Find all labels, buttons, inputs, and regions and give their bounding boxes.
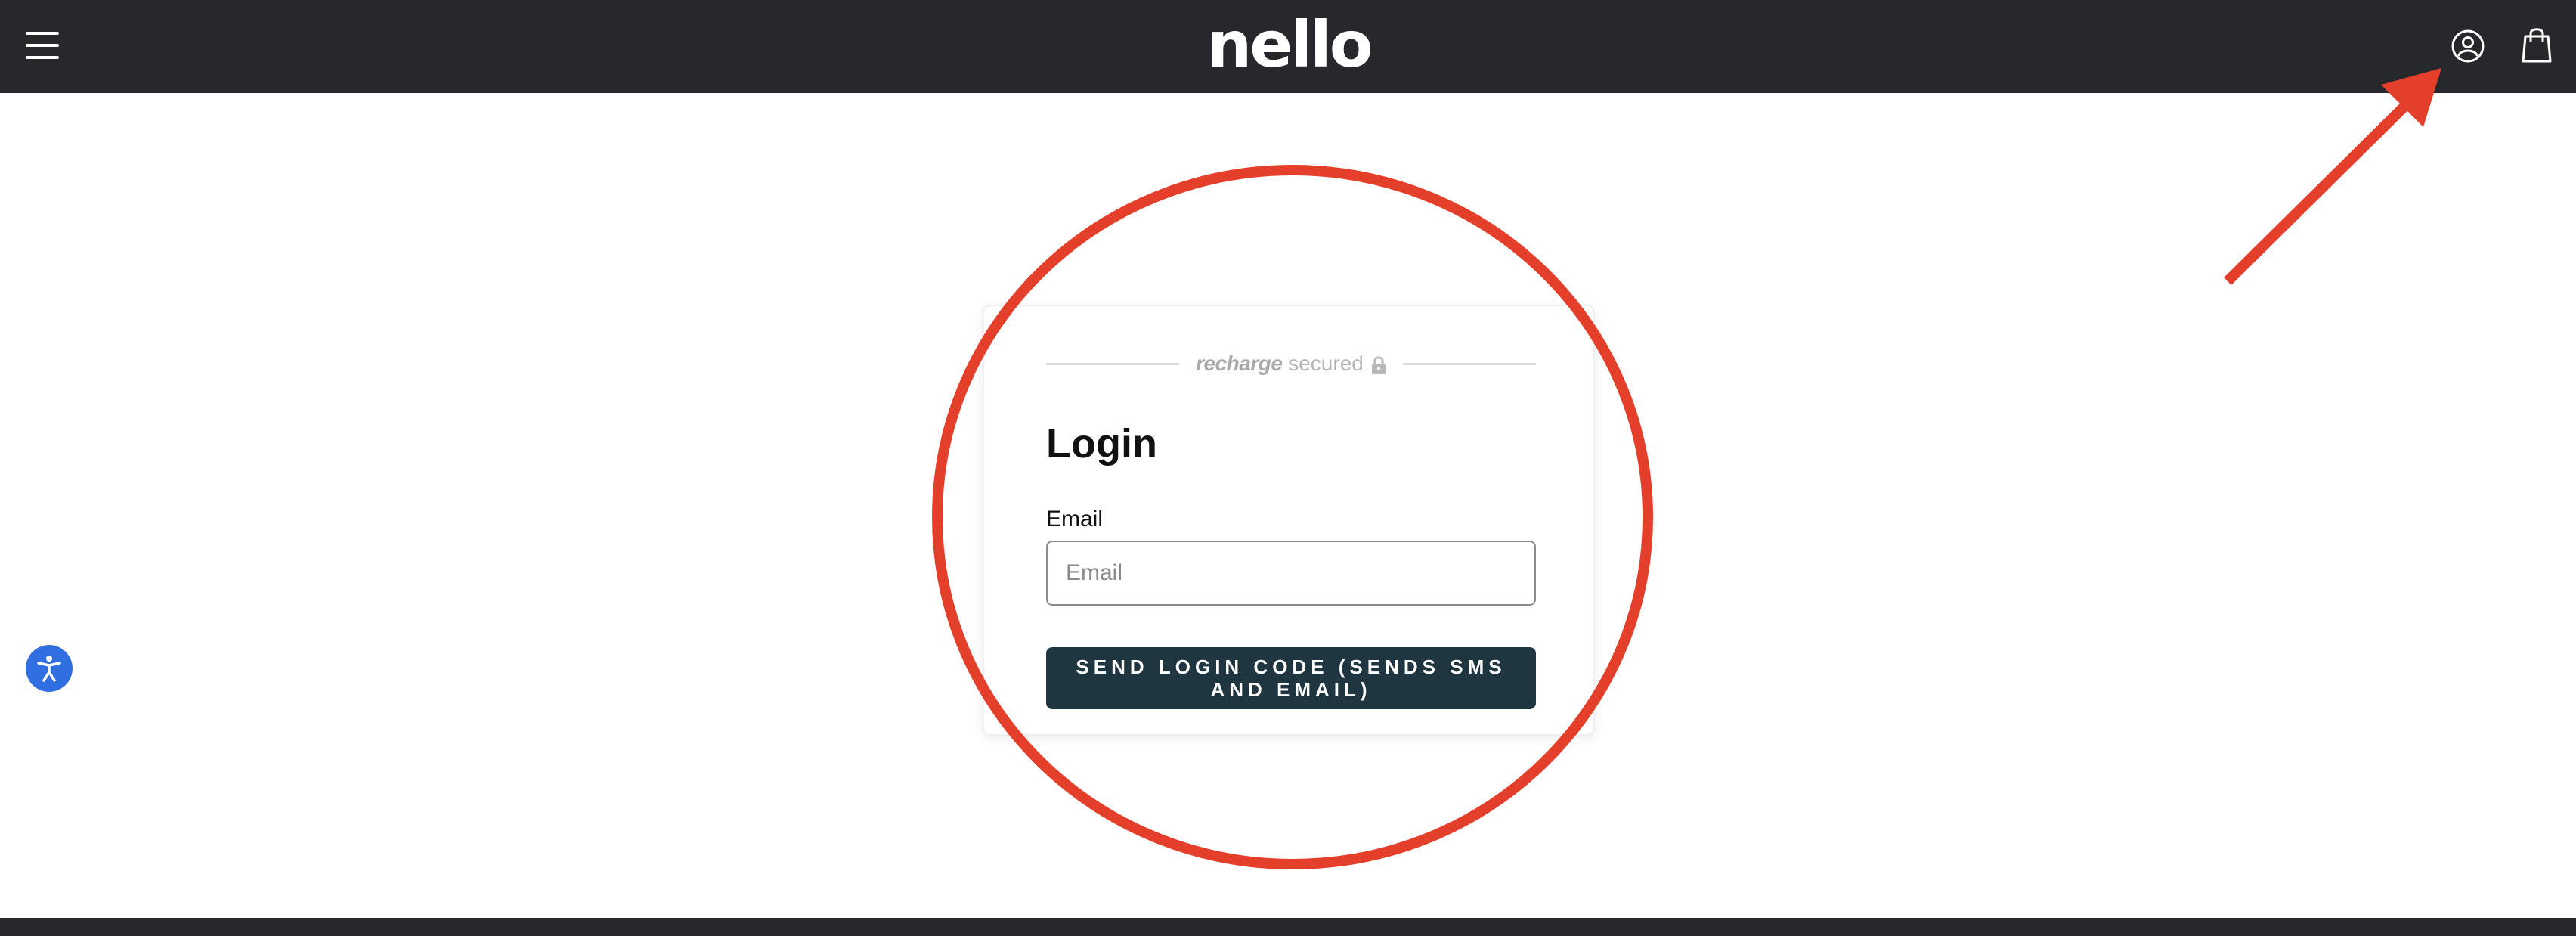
secured-text: secured bbox=[1288, 352, 1364, 375]
divider-line bbox=[1403, 363, 1536, 365]
hamburger-menu-icon-bar bbox=[26, 44, 59, 47]
recharge-secured-label: recharge secured bbox=[1194, 350, 1388, 377]
menu-button[interactable] bbox=[26, 29, 59, 62]
annotation-arrow-shaft bbox=[2224, 91, 2420, 285]
secured-banner: recharge secured bbox=[1046, 350, 1536, 377]
email-label: Email bbox=[1046, 507, 1104, 532]
hamburger-menu-icon-bar bbox=[26, 56, 59, 59]
accessibility-button[interactable] bbox=[26, 645, 73, 692]
login-card: recharge secured Login Email SEND LOGIN … bbox=[983, 305, 1595, 736]
hamburger-menu-icon bbox=[26, 32, 59, 35]
divider-line bbox=[1046, 363, 1179, 365]
send-login-code-button[interactable]: SEND LOGIN CODE (SENDS SMS AND EMAIL) bbox=[1046, 647, 1536, 709]
cart-button[interactable] bbox=[2522, 26, 2552, 64]
email-field[interactable] bbox=[1046, 541, 1536, 606]
page: nello recharge secured Login Email Email… bbox=[0, 0, 2576, 936]
login-title: Login bbox=[1046, 421, 1157, 466]
secured-brand: recharge bbox=[1196, 352, 1283, 375]
footer-strip bbox=[0, 918, 2576, 936]
shopping-bag-icon bbox=[2522, 28, 2552, 63]
accessibility-icon bbox=[37, 656, 61, 682]
top-navigation-bar: nello bbox=[0, 0, 2576, 93]
user-account-icon bbox=[2451, 29, 2485, 63]
account-button[interactable] bbox=[2451, 29, 2485, 64]
lock-icon bbox=[1371, 355, 1386, 374]
site-logo[interactable]: nello bbox=[1164, 11, 1413, 79]
